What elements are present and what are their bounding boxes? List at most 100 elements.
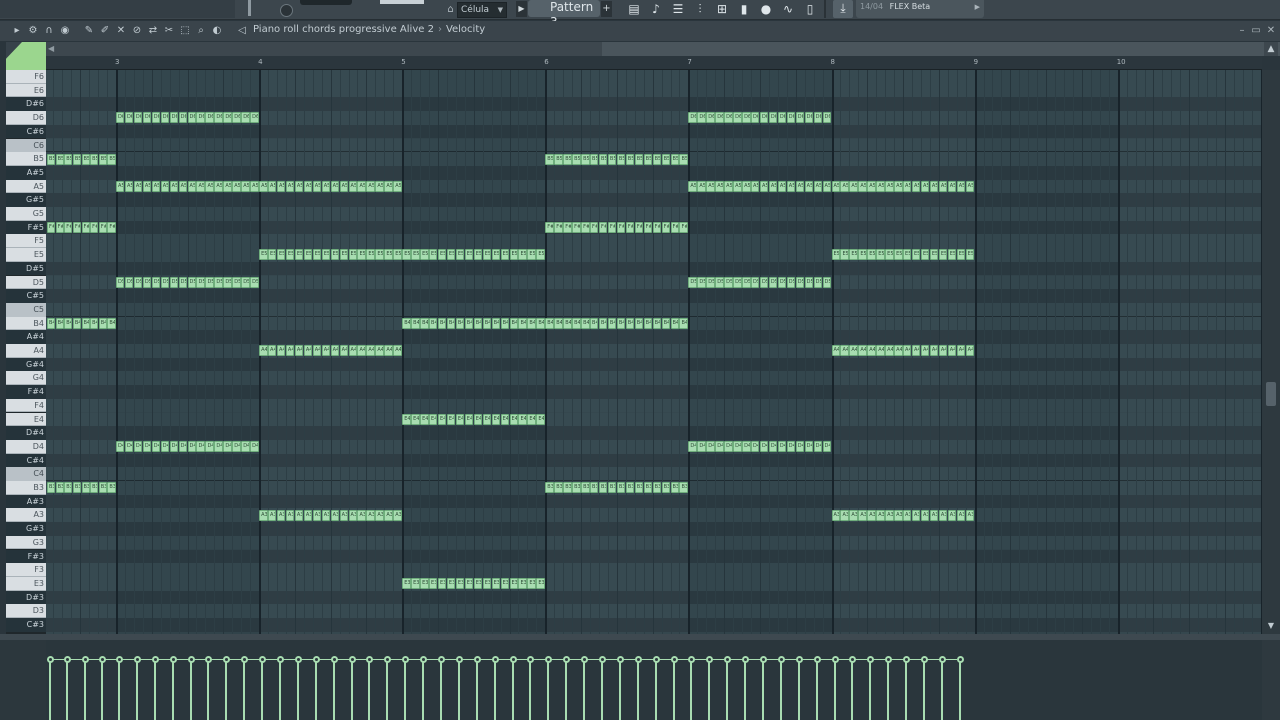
note[interactable]: A5 [312,180,322,192]
note[interactable]: A5 [214,180,223,192]
note[interactable]: A4 [366,345,375,357]
note[interactable]: E4 [464,413,474,425]
note[interactable]: B4 [55,317,64,329]
note[interactable]: A5 [178,180,188,192]
note[interactable]: A4 [303,345,313,357]
note[interactable]: A3 [312,509,322,521]
note[interactable]: D6 [786,112,796,124]
key-fs5[interactable]: F#5 [6,220,46,235]
key-e4[interactable]: E4 [6,412,46,427]
note[interactable]: F#5 [590,222,599,233]
note[interactable]: A3 [348,509,357,521]
note[interactable]: D6 [250,112,259,124]
note[interactable]: D4 [777,441,787,453]
note[interactable]: E5 [366,249,375,261]
velocity-handle[interactable] [116,656,123,663]
note[interactable]: E5 [509,249,518,261]
note[interactable]: A3 [375,509,384,521]
note[interactable]: E5 [858,249,867,261]
note[interactable]: A4 [858,345,867,357]
velocity-handle[interactable] [384,656,391,663]
note[interactable]: A5 [956,180,966,192]
note[interactable]: B4 [509,317,518,329]
note[interactable]: E5 [375,249,384,261]
note[interactable]: D5 [777,276,787,288]
key-b5[interactable]: B5 [6,152,46,166]
velocity-stem[interactable] [529,660,531,720]
key-gs4[interactable]: G#4 [6,357,46,372]
note[interactable]: B4 [90,317,99,329]
velocity-handle[interactable] [188,656,195,663]
note[interactable]: A4 [938,345,948,357]
piano-keyboard[interactable]: F6 E6 D#6 D6 C#6 C6 B5 A#5 A5 G#5 G5 F#5 F5 E5 D#5 D5 C#… [6,70,46,634]
note[interactable]: A5 [124,180,134,192]
note[interactable]: D6 [142,112,152,124]
note[interactable]: A5 [938,180,948,192]
velocity-handle[interactable] [957,656,964,663]
note[interactable]: E4 [509,413,518,425]
note[interactable]: A5 [706,180,715,192]
note[interactable]: B4 [545,317,554,329]
velocity-handle[interactable] [402,656,409,663]
note[interactable]: E4 [420,413,429,425]
velocity-stem[interactable] [547,660,549,720]
note[interactable]: D4 [133,441,143,453]
note[interactable]: A5 [742,180,751,192]
note[interactable]: E3 [527,578,536,590]
menu-arrow-icon[interactable]: ▸ [10,23,24,39]
note[interactable]: E5 [473,249,483,261]
speaker-icon[interactable]: ◁ [235,23,249,39]
note[interactable]: B3 [64,482,73,494]
note[interactable]: D4 [813,441,823,453]
velocity-stem[interactable] [923,660,925,720]
key-ds5[interactable]: D#5 [6,261,46,276]
note[interactable]: B4 [420,317,429,329]
velocity-handle[interactable] [510,656,517,663]
note[interactable]: F#5 [652,222,662,233]
note[interactable]: B3 [581,482,590,494]
note[interactable]: B5 [81,153,90,165]
note[interactable]: A3 [858,509,867,521]
velocity-handle[interactable] [205,656,212,663]
note[interactable]: A3 [276,509,286,521]
note[interactable]: D5 [133,276,143,288]
velocity-stem[interactable] [386,660,388,720]
velocity-stem[interactable] [601,660,603,720]
velocity-stem[interactable] [780,660,782,720]
key-d5[interactable]: D5 [6,275,46,290]
note[interactable]: A3 [929,509,939,521]
velocity-stem[interactable] [905,660,907,720]
note[interactable]: D4 [187,441,196,453]
velocity-handle[interactable] [99,656,106,663]
note[interactable]: A3 [259,509,268,521]
note[interactable]: A5 [777,180,787,192]
note[interactable]: E5 [357,249,366,261]
note[interactable]: B5 [581,153,590,165]
note[interactable]: A5 [303,180,313,192]
note[interactable]: D4 [124,441,134,453]
note[interactable]: E4 [411,413,420,425]
bar-number[interactable]: 9 [974,58,978,66]
note[interactable]: B5 [563,153,572,165]
note[interactable]: D4 [759,441,769,453]
note[interactable]: A5 [151,180,161,192]
note[interactable]: A4 [330,345,340,357]
note[interactable]: D5 [124,276,134,288]
note[interactable]: F#5 [545,222,554,233]
note[interactable]: F#5 [98,222,107,233]
note[interactable]: E3 [437,578,447,590]
velocity-stem[interactable] [458,660,460,720]
key-as5[interactable]: A#5 [6,165,46,180]
note[interactable]: A5 [259,180,268,192]
note[interactable]: D6 [706,112,715,124]
snap-select[interactable]: Célula ▼ [457,2,507,18]
note[interactable]: F#5 [81,222,90,233]
velocity-stem[interactable] [708,660,710,720]
note[interactable]: A3 [849,509,858,521]
note[interactable]: A5 [268,180,277,192]
key-a4[interactable]: A4 [6,344,46,358]
note[interactable]: B4 [72,317,81,329]
note[interactable]: A4 [876,345,885,357]
note[interactable]: A5 [759,180,769,192]
note[interactable]: B5 [625,153,635,165]
